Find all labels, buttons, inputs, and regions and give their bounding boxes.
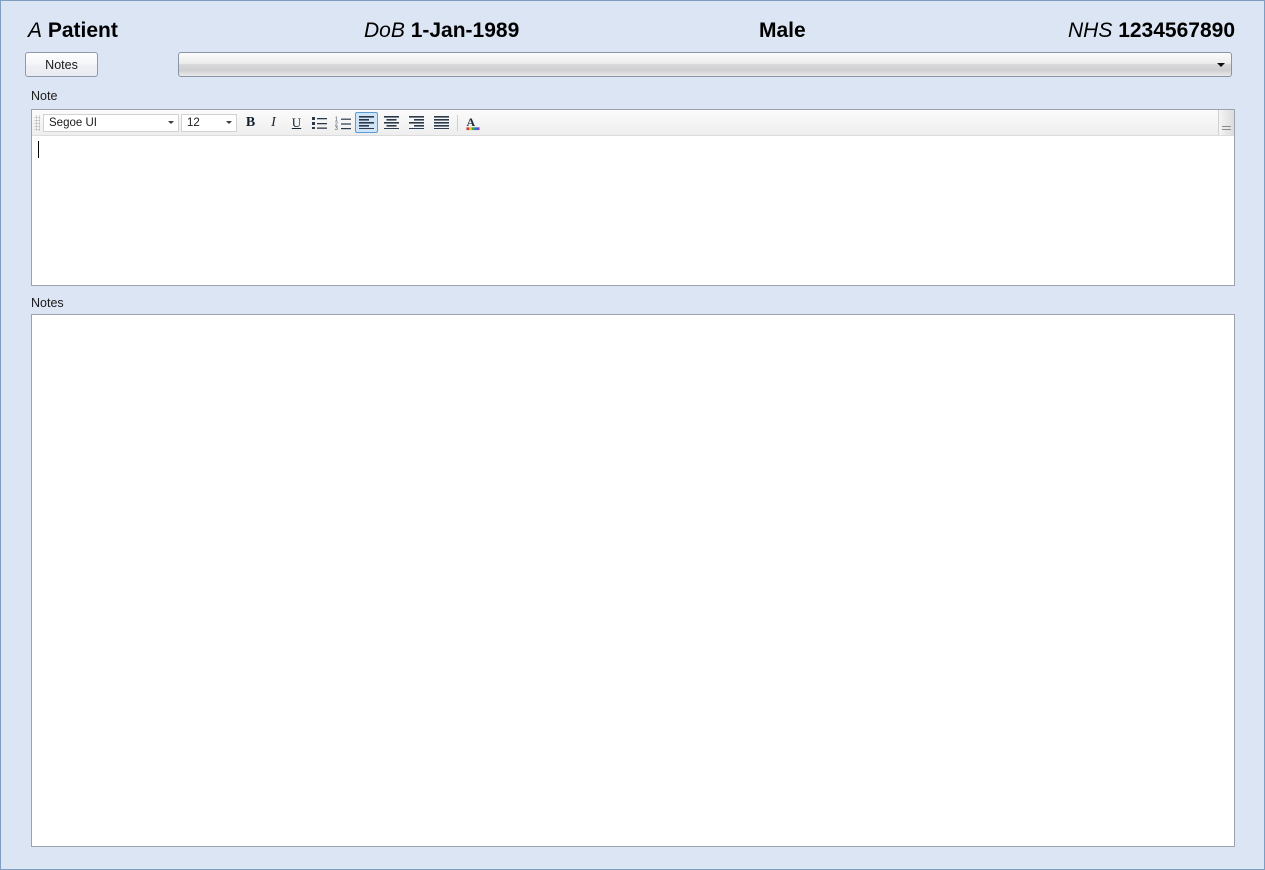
align-right-button[interactable] bbox=[405, 112, 428, 133]
notes-button[interactable]: Notes bbox=[25, 52, 98, 77]
dob-label: DoB bbox=[364, 19, 405, 42]
italic-icon: I bbox=[271, 114, 276, 130]
patient-dob-field: DoB 1-Jan-1989 bbox=[364, 19, 519, 43]
chevron-down-icon[interactable] bbox=[164, 121, 178, 124]
note-field-label: Note bbox=[31, 89, 58, 103]
numbered-list-button[interactable]: 1 2 3 bbox=[332, 112, 353, 133]
align-justify-button[interactable] bbox=[430, 112, 453, 133]
numbered-list-icon: 1 2 3 bbox=[335, 116, 351, 130]
font-size-value: 12 bbox=[187, 116, 200, 129]
patient-name-field: A Patient bbox=[28, 19, 118, 43]
editor-scrollbar-handle[interactable] bbox=[1218, 110, 1234, 135]
align-left-icon bbox=[359, 116, 374, 129]
italic-button[interactable]: I bbox=[263, 112, 284, 133]
note-select-combobox[interactable] bbox=[178, 52, 1232, 77]
toolbar-separator bbox=[457, 114, 458, 131]
drag-grip-icon[interactable] bbox=[34, 114, 40, 131]
rich-text-toolbar: Segoe UI 12 B I U 1 2 3 A bbox=[32, 110, 1234, 136]
patient-nhs-field: NHS 1234567890 bbox=[1068, 19, 1235, 43]
font-color-button[interactable]: A bbox=[462, 112, 483, 133]
notes-list-label: Notes bbox=[31, 296, 64, 310]
svg-text:A: A bbox=[466, 115, 475, 129]
bullet-list-button[interactable] bbox=[309, 112, 330, 133]
underline-button[interactable]: U bbox=[286, 112, 307, 133]
note-rich-text-editor: Segoe UI 12 B I U 1 2 3 A bbox=[31, 109, 1235, 286]
chevron-down-icon[interactable] bbox=[222, 121, 236, 124]
underline-icon: U bbox=[291, 115, 302, 130]
sex-value: Male bbox=[759, 19, 806, 42]
align-center-icon bbox=[384, 116, 399, 129]
chevron-down-icon[interactable] bbox=[1211, 53, 1231, 76]
bullet-list-icon bbox=[312, 117, 327, 129]
font-size-select[interactable]: 12 bbox=[181, 113, 237, 132]
align-right-icon bbox=[409, 116, 424, 129]
notes-list-panel[interactable] bbox=[31, 314, 1235, 847]
patient-surname: Patient bbox=[47, 19, 118, 42]
align-justify-icon bbox=[434, 116, 449, 129]
nhs-label: NHS bbox=[1068, 19, 1113, 42]
bold-button[interactable]: B bbox=[240, 112, 261, 133]
font-color-icon: A bbox=[465, 115, 480, 131]
scroll-grip-icon bbox=[1222, 126, 1231, 133]
patient-notes-window: A Patient DoB 1-Jan-1989 Male NHS 123456… bbox=[0, 0, 1265, 870]
align-center-button[interactable] bbox=[380, 112, 403, 133]
nhs-value: 1234567890 bbox=[1118, 19, 1235, 42]
patient-sex-field: Male bbox=[759, 19, 806, 43]
text-caret bbox=[38, 141, 39, 158]
dob-value: 1-Jan-1989 bbox=[410, 19, 520, 42]
patient-header-banner: A Patient DoB 1-Jan-1989 Male NHS 123456… bbox=[2, 2, 1264, 49]
note-text-input[interactable] bbox=[32, 136, 1234, 285]
svg-text:3: 3 bbox=[335, 126, 338, 130]
bold-icon: B bbox=[245, 114, 256, 130]
align-left-button[interactable] bbox=[355, 112, 378, 133]
font-family-value: Segoe UI bbox=[49, 116, 97, 129]
font-family-select[interactable]: Segoe UI bbox=[43, 113, 179, 132]
patient-firstname-initial: A bbox=[28, 19, 43, 42]
